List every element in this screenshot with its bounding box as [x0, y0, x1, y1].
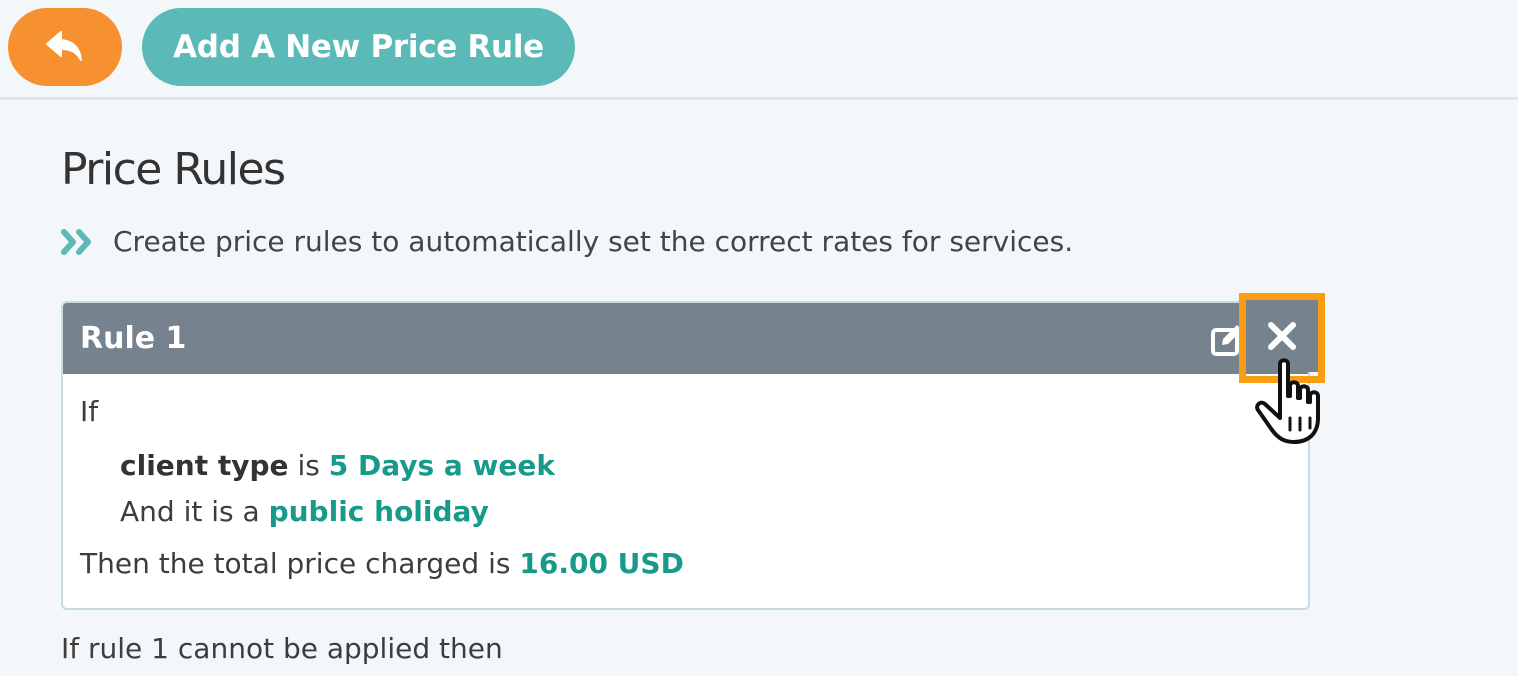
- condition-operator: is: [297, 449, 320, 482]
- rule-card: Rule 1 If client type is 5 Days a week A…: [61, 301, 1310, 610]
- fallback-rule-text: If rule 1 cannot be applied then: [61, 632, 503, 665]
- rule-header: Rule 1: [63, 303, 1308, 374]
- and-value: public holiday: [268, 495, 489, 528]
- condition-field: client type: [120, 449, 289, 482]
- reply-arrow-icon: [46, 31, 82, 61]
- top-toolbar: Add A New Price Rule: [0, 0, 1518, 100]
- rule-condition: client type is 5 Days a week: [120, 449, 555, 482]
- page-description-text: Create price rules to automatically set …: [113, 225, 1074, 258]
- rule-then: Then the total price charged is 16.00 US…: [80, 547, 684, 580]
- then-text: Then the total price charged is: [80, 547, 511, 580]
- rule-price: 16.00 USD: [519, 547, 684, 580]
- back-button[interactable]: [8, 8, 122, 86]
- double-chevron-right-icon: [61, 229, 91, 255]
- page-description: Create price rules to automatically set …: [61, 222, 1073, 262]
- hand-pointer-cursor-icon: [1255, 358, 1320, 444]
- page-title: Price Rules: [61, 144, 286, 195]
- rule-if-label: If: [80, 395, 99, 428]
- rule-title: Rule 1: [80, 321, 187, 356]
- condition-value: 5 Days a week: [328, 449, 556, 482]
- rule-and-condition: And it is a public holiday: [120, 495, 489, 528]
- and-text: And it is a: [120, 495, 260, 528]
- add-price-rule-button[interactable]: Add A New Price Rule: [142, 8, 575, 86]
